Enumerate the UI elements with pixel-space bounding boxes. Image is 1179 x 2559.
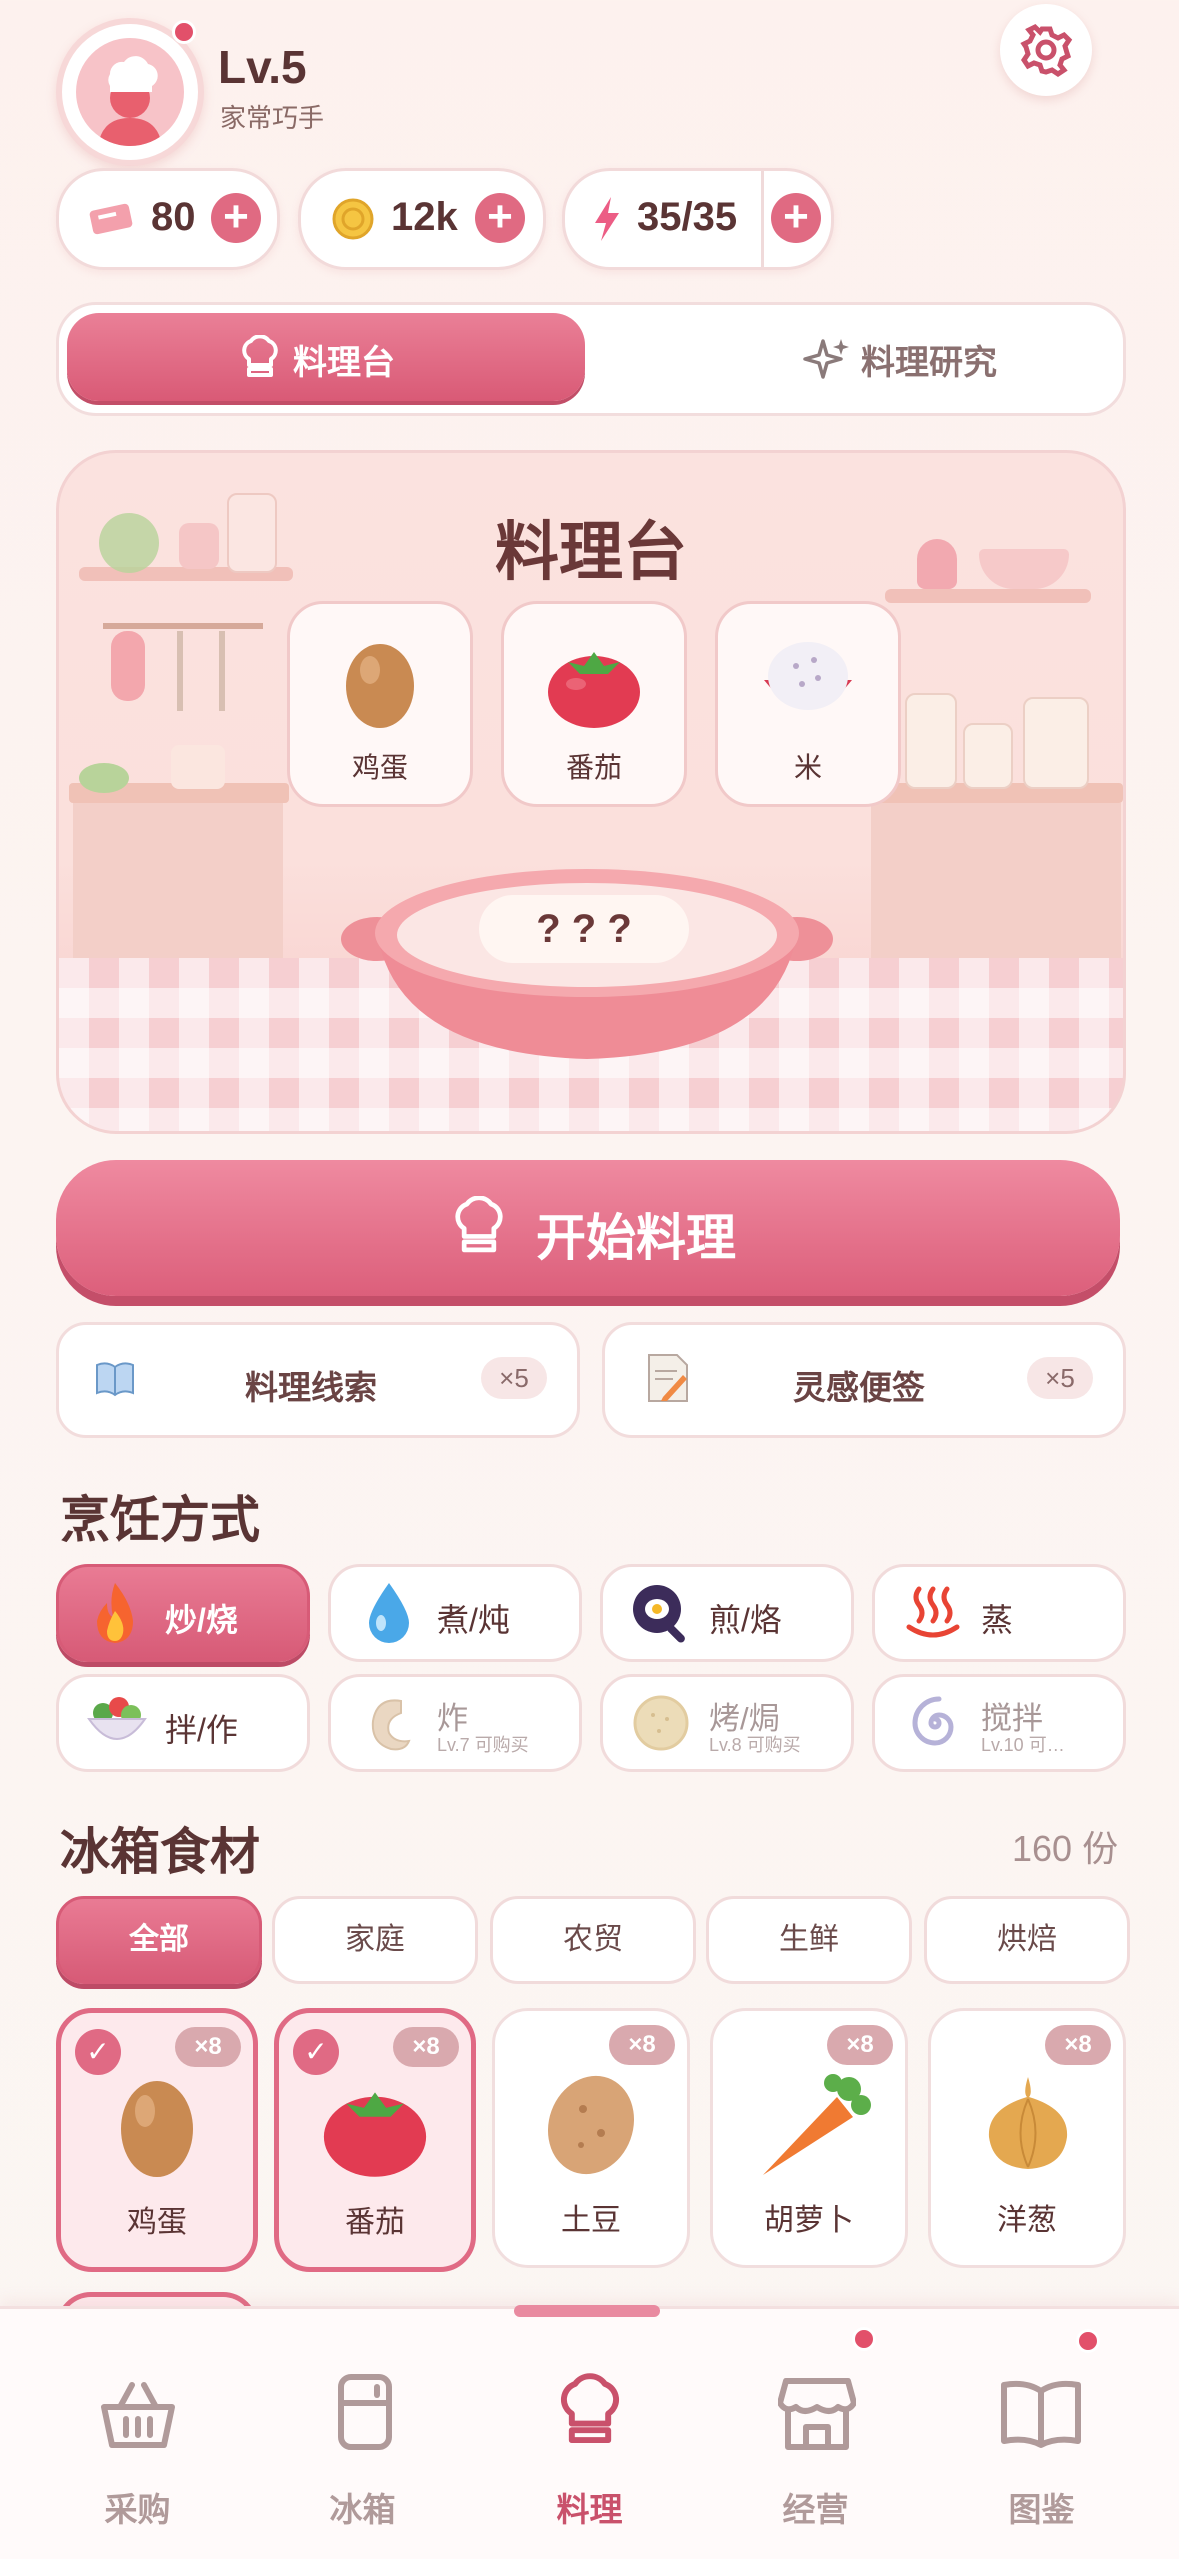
bottom-navigation: 采购 冰箱 料理 经营 图鉴 — [0, 2305, 1179, 2559]
chef-avatar-icon — [76, 38, 184, 146]
player-level: Lv.5 — [218, 41, 307, 93]
fire-icon — [97, 1583, 133, 1643]
stage-title: 料理台 — [495, 516, 687, 588]
add-coin-button[interactable]: + — [475, 193, 525, 243]
ingredient-slot-tomato[interactable]: 番茄 — [501, 601, 687, 807]
food-item-potato[interactable]: ×8 土豆 — [492, 2008, 690, 2268]
fridge-count: 160 份 — [1012, 1828, 1119, 1869]
avatar[interactable] — [56, 18, 204, 166]
onion-icon — [988, 2077, 1068, 2169]
open-book-icon — [1001, 2380, 1081, 2448]
nav-encyclopedia[interactable]: 图鉴 — [924, 2309, 1159, 2559]
settings-button[interactable] — [1000, 4, 1092, 96]
cooking-method-title: 烹饪方式 — [60, 1492, 260, 1548]
shop-icon — [778, 2378, 856, 2450]
energy-resource: 35/35 + — [562, 168, 834, 270]
egg-icon — [346, 644, 414, 728]
water-drop-icon — [369, 1583, 409, 1643]
category-home[interactable]: 家庭 — [272, 1896, 478, 1984]
bread-icon — [633, 1695, 689, 1751]
tomato-icon — [548, 652, 640, 728]
food-item-onion[interactable]: ×8 洋葱 — [928, 2008, 1126, 2268]
chef-hat-icon — [561, 2373, 619, 2444]
basket-icon — [101, 2382, 175, 2448]
frying-pan-icon — [633, 1585, 685, 1643]
salad-bowl-icon — [87, 1697, 147, 1740]
tomato-icon — [323, 2092, 427, 2177]
pot-unknown-result: ? ? ? — [479, 895, 689, 963]
food-item-tomato[interactable]: ✓ ×8 番茄 — [274, 2008, 476, 2272]
add-energy-button[interactable]: + — [771, 193, 821, 243]
category-market[interactable]: 农贸 — [490, 1896, 696, 1984]
potato-icon — [547, 2075, 635, 2175]
method-bake-locked[interactable]: 烤/焗 Lv.8 可购买 — [600, 1674, 854, 1772]
mode-tabs: 料理台 料理研究 — [56, 302, 1126, 416]
ticket-resource: 80 + — [56, 168, 280, 270]
category-baking[interactable]: 烘焙 — [924, 1896, 1130, 1984]
ticket-icon — [89, 203, 133, 235]
nav-cooking[interactable]: 料理 — [472, 2309, 707, 2559]
cooking-pot: ? ? ? — [337, 853, 837, 1073]
inspiration-note-button[interactable]: 灵感便签 ×5 — [602, 1322, 1126, 1438]
category-fresh[interactable]: 生鲜 — [706, 1896, 912, 1984]
egg-icon — [121, 2081, 193, 2177]
method-boil-stew[interactable]: 煮/炖 — [328, 1564, 582, 1662]
nav-fridge[interactable]: 冰箱 — [245, 2309, 480, 2559]
tab-cooking-station[interactable]: 料理台 — [67, 313, 585, 401]
tab-cooking-research[interactable]: 料理研究 — [599, 313, 1115, 401]
method-stir-fry[interactable]: 炒/烧 — [56, 1564, 310, 1662]
food-item-carrot[interactable]: ×8 胡萝卜 — [710, 2008, 908, 2268]
nav-business[interactable]: 经营 — [698, 2309, 933, 2559]
steam-icon — [906, 1586, 960, 1638]
coin-icon — [332, 198, 374, 240]
swirl-icon — [912, 1696, 954, 1746]
ingredient-slot-egg[interactable]: 鸡蛋 — [287, 601, 473, 807]
chef-hat-icon — [242, 335, 278, 377]
shrimp-icon — [371, 1699, 411, 1751]
memo-icon — [648, 1354, 688, 1402]
notification-dot — [1076, 2329, 1100, 2353]
cooking-clue-button[interactable]: 料理线索 ×5 — [56, 1322, 580, 1438]
nav-purchase[interactable]: 采购 — [20, 2309, 255, 2559]
food-item-egg[interactable]: ✓ ×8 鸡蛋 — [56, 2008, 258, 2272]
ingredient-slot-rice[interactable]: 米 — [715, 601, 901, 807]
method-deep-fry-locked[interactable]: 炸 Lv.7 可购买 — [328, 1674, 582, 1772]
cooking-stage: 料理台 鸡蛋 番茄 米 ? ? ? — [56, 450, 1126, 1134]
fridge-icon — [338, 2374, 392, 2450]
sparkle-icon — [803, 339, 849, 379]
method-steam[interactable]: 蒸 — [872, 1564, 1126, 1662]
chef-hat-icon — [455, 1196, 503, 1253]
gear-icon — [1020, 23, 1073, 78]
add-ticket-button[interactable]: + — [211, 193, 261, 243]
fridge-title: 冰箱食材 — [60, 1824, 260, 1880]
method-whisk-locked[interactable]: 搅拌 Lv.10 可… — [872, 1674, 1126, 1772]
check-icon: ✓ — [75, 2029, 121, 2075]
carrot-icon — [763, 2074, 871, 2175]
start-cooking-button[interactable]: 开始料理 — [56, 1160, 1120, 1296]
rice-bowl-icon — [764, 642, 852, 710]
category-all[interactable]: 全部 — [56, 1896, 262, 1984]
method-pan-fry[interactable]: 煎/烙 — [600, 1564, 854, 1662]
lightning-icon — [595, 197, 619, 241]
check-icon: ✓ — [293, 2029, 339, 2075]
player-title: 家常巧手 — [220, 103, 325, 133]
pot-icon — [341, 869, 833, 1059]
coin-resource: 12k + — [298, 168, 546, 270]
method-mix[interactable]: 拌/作 — [56, 1674, 310, 1772]
notification-dot — [172, 20, 196, 44]
notification-dot — [852, 2327, 876, 2351]
book-icon — [96, 1362, 134, 1397]
